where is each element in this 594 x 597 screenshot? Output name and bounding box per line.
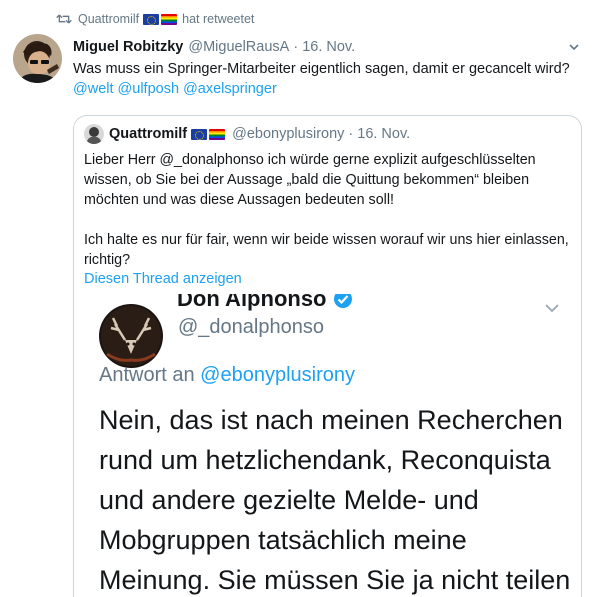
quoted-paragraph-1: Lieber Herr @_donalphonso ich würde gern…: [84, 152, 536, 208]
author-avatar[interactable]: [13, 34, 62, 83]
media-author-handle: @_donalphonso: [178, 316, 324, 338]
quoted-author-name: Quattromilf: [109, 126, 188, 142]
show-thread-link[interactable]: Diesen Thread anzeigen: [84, 271, 242, 287]
reply-prefix: Antwort an: [99, 364, 195, 386]
separator-dot: ·: [293, 39, 299, 55]
retweet-label: hat retweetet: [182, 12, 255, 26]
retweet-context[interactable]: Quattromilf hat retweetet: [56, 10, 254, 28]
quoted-author-flags: [191, 128, 227, 140]
media-author-name: Don Alphonso: [177, 294, 353, 312]
author-handle[interactable]: @MiguelRausA: [188, 39, 289, 55]
tweet-body: Was muss ein Springer-Mitarbeiter eigent…: [73, 61, 570, 77]
separator-dot: ·: [348, 126, 354, 142]
quoted-author-avatar: [84, 124, 104, 144]
verified-badge-icon: [333, 294, 352, 308]
media-tweet-text: Nein, das ist nach meinen Recherchen run…: [99, 405, 571, 595]
eu-flag-icon: [143, 13, 160, 25]
retweeter-flags: [143, 13, 179, 25]
author-name[interactable]: Miguel Robitzky: [73, 39, 183, 55]
quoted-tweet-date: 16. Nov.: [357, 126, 411, 142]
quoted-tweet-header: Quattromilf @ebonyplusirony · 16. Nov.: [84, 124, 410, 144]
retweet-icon: [56, 14, 72, 24]
rainbow-flag-icon: [209, 128, 226, 140]
eu-flag-icon: [191, 128, 208, 140]
chevron-down-icon[interactable]: [568, 41, 580, 53]
quoted-media-image[interactable]: Don Alphonso @_donalphonso Antwort an @e…: [74, 294, 581, 597]
quoted-paragraph-2: Ich halte es nur für fair, wenn wir beid…: [84, 232, 569, 268]
reply-to-handle: @ebonyplusirony: [200, 364, 356, 386]
media-author-name-text: Don Alphonso: [177, 294, 327, 311]
tweet-text: Was muss ein Springer-Mitarbeiter eigent…: [73, 59, 573, 99]
tweet-header: Miguel Robitzky @MiguelRausA · 16. Nov.: [73, 37, 580, 57]
quoted-tweet-card[interactable]: Quattromilf @ebonyplusirony · 16. Nov. L…: [73, 115, 582, 597]
rainbow-flag-icon: [161, 13, 178, 25]
mention-link[interactable]: @ulfposh: [118, 81, 179, 97]
mention-link[interactable]: @welt: [73, 81, 114, 97]
tweet-date[interactable]: 16. Nov.: [302, 39, 355, 55]
retweeter-name[interactable]: Quattromilf: [78, 12, 139, 26]
media-author-avatar: [99, 304, 163, 368]
chevron-down-icon: [545, 304, 559, 313]
media-reply-line: Antwort an @ebonyplusirony: [99, 364, 355, 387]
mention-link[interactable]: @axelspringer: [183, 81, 277, 97]
quoted-author-handle: @ebonyplusirony: [232, 126, 345, 142]
quoted-tweet-text: Lieber Herr @_donalphonso ich würde gern…: [84, 150, 572, 290]
